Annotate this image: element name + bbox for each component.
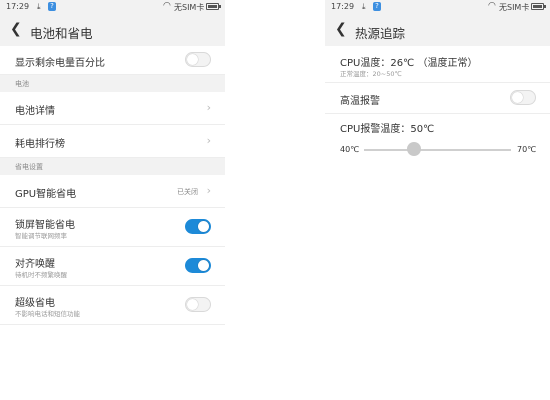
- toggle-knob: [198, 221, 209, 232]
- super-saving-desc: 不影响电话和短信功能: [15, 310, 80, 318]
- page-title: 热源追踪: [355, 26, 406, 41]
- back-arrow-icon[interactable]: ❮: [335, 21, 347, 37]
- alarm-temperature-setting: CPU报警温度：50℃: [325, 114, 550, 164]
- slider-min-label: 40℃: [340, 145, 360, 154]
- battery-details-row[interactable]: 电池详情 ›: [0, 92, 225, 125]
- chevron-right-icon: ›: [206, 134, 211, 147]
- toggle-knob: [198, 260, 209, 271]
- cpu-temperature-label: CPU温度：26℃ （温度正常）: [340, 58, 478, 69]
- section-label: 省电设置: [15, 163, 43, 171]
- clock: 17:29: [6, 2, 30, 11]
- status-bar: 17:29 ⤓ ? ◠ 无SIM卡: [0, 0, 225, 14]
- toggle-knob: [187, 54, 198, 65]
- super-saving-label: 超级省电: [15, 298, 55, 309]
- section-label: 电池: [15, 80, 29, 88]
- super-saving-row[interactable]: 超级省电 不影响电话和短信功能: [0, 286, 225, 325]
- section-header-battery: 电池: [0, 75, 225, 92]
- toggle-knob: [187, 299, 198, 310]
- align-wakeup-toggle[interactable]: [185, 258, 211, 273]
- heat-tracking-screen: 17:29 ⤓ ? ◠ 无SIM卡 ❮ 热源追踪 CPU温度：26℃ （温度正常…: [325, 0, 550, 400]
- status-bar: 17:29 ⤓ ? ◠ 无SIM卡: [325, 0, 550, 14]
- show-battery-percent-toggle[interactable]: [185, 52, 211, 67]
- cpu-temperature-row: CPU温度：26℃ （温度正常） 正常温度：20~50℃: [325, 46, 550, 83]
- align-wakeup-row[interactable]: 对齐唤醒 待机时不频繁唤醒: [0, 247, 225, 286]
- lock-screen-saving-toggle[interactable]: [185, 219, 211, 234]
- align-wakeup-desc: 待机时不频繁唤醒: [15, 271, 67, 279]
- notification-badge: ?: [48, 2, 56, 11]
- high-temp-alarm-label: 高温报警: [340, 96, 380, 107]
- alarm-temperature-label: CPU报警温度：50℃: [340, 124, 435, 135]
- gpu-saving-row[interactable]: GPU智能省电 已关闭 ›: [0, 175, 225, 208]
- toggle-knob: [512, 92, 523, 103]
- sim-status: 无SIM卡: [499, 3, 530, 12]
- download-arrow-icon: ⤓: [37, 2, 41, 11]
- lock-screen-saving-desc: 智能调节联网频率: [15, 232, 67, 240]
- high-temp-alarm-toggle[interactable]: [510, 90, 536, 105]
- slider-max-label: 70℃: [517, 145, 537, 154]
- chevron-right-icon: ›: [206, 184, 211, 197]
- lock-screen-saving-label: 锁屏智能省电: [15, 220, 75, 231]
- power-ranking-label: 耗电排行榜: [15, 139, 65, 150]
- battery-icon: [531, 3, 546, 10]
- section-header-power-saving: 省电设置: [0, 158, 225, 175]
- back-arrow-icon[interactable]: ❮: [10, 21, 22, 37]
- gpu-saving-status: 已关闭: [177, 188, 198, 196]
- page-header: ❮ 电池和省电: [0, 14, 225, 46]
- clock: 17:29: [331, 2, 355, 11]
- battery-details-label: 电池详情: [15, 106, 55, 117]
- download-arrow-icon: ⤓: [362, 2, 366, 11]
- wifi-icon: ◠: [488, 1, 496, 11]
- super-saving-toggle[interactable]: [185, 297, 211, 312]
- alarm-temperature-slider-track[interactable]: [364, 149, 511, 151]
- battery-icon: [206, 3, 221, 10]
- page-title: 电池和省电: [30, 26, 93, 41]
- align-wakeup-label: 对齐唤醒: [15, 259, 55, 270]
- lock-screen-saving-row[interactable]: 锁屏智能省电 智能调节联网频率: [0, 208, 225, 247]
- show-battery-percent-label: 显示剩余电量百分比: [15, 58, 105, 69]
- wifi-icon: ◠: [163, 1, 171, 11]
- show-battery-percent-row[interactable]: 显示剩余电量百分比: [0, 46, 225, 75]
- power-ranking-row[interactable]: 耗电排行榜 ›: [0, 125, 225, 158]
- chevron-right-icon: ›: [206, 101, 211, 114]
- sim-status: 无SIM卡: [174, 3, 205, 12]
- gpu-saving-label: GPU智能省电: [15, 189, 77, 200]
- page-header: ❮ 热源追踪: [325, 14, 550, 46]
- alarm-temperature-slider-thumb[interactable]: [407, 142, 421, 156]
- battery-settings-screen: 17:29 ⤓ ? ◠ 无SIM卡 ❮ 电池和省电 显示剩余电量百分比 电池 电…: [0, 0, 225, 400]
- normal-temperature-range: 正常温度：20~50℃: [340, 70, 402, 78]
- high-temp-alarm-row[interactable]: 高温报警: [325, 83, 550, 114]
- notification-badge: ?: [373, 2, 381, 11]
